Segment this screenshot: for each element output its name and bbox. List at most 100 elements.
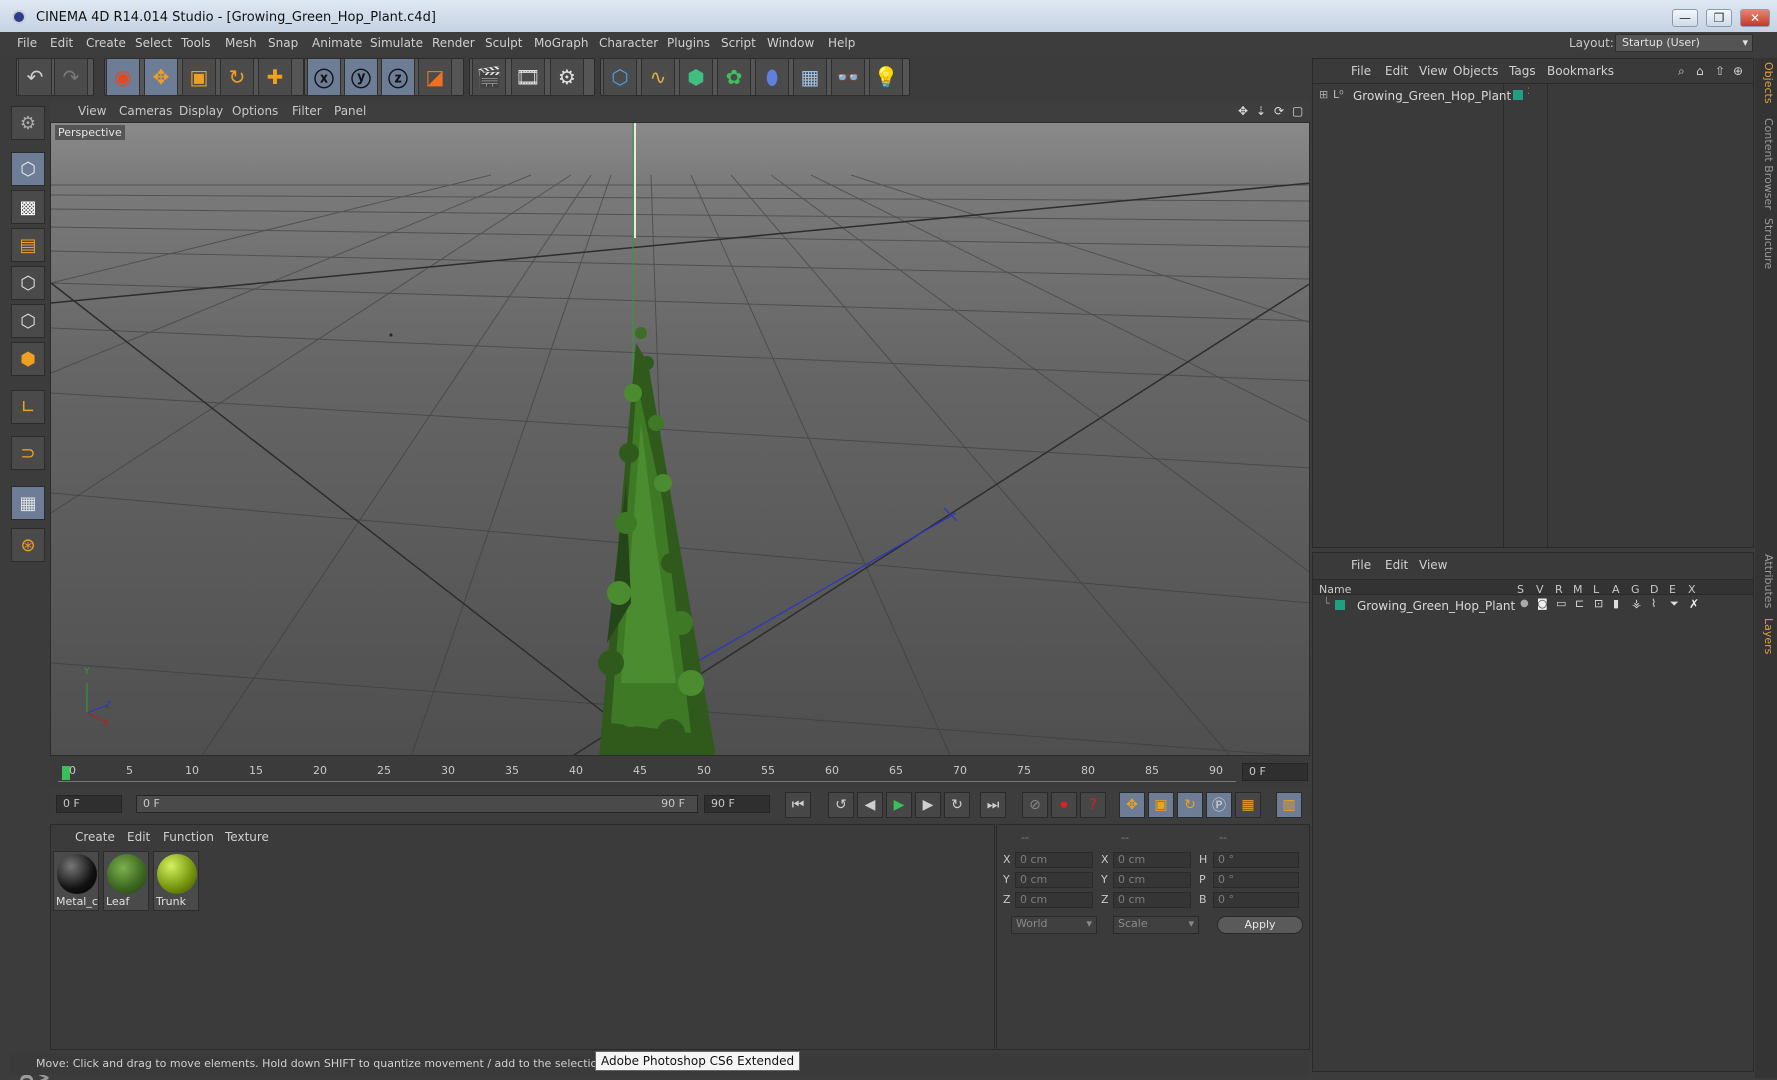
minimize-button[interactable]: —: [1672, 9, 1698, 27]
layer-color-swatch[interactable]: [1335, 600, 1345, 610]
viewport-menu-filter[interactable]: Filter: [292, 104, 322, 118]
floor-icon[interactable]: ▦: [793, 58, 827, 96]
material-trunk[interactable]: Trunk: [153, 851, 199, 911]
material-leaf[interactable]: Leaf: [103, 851, 149, 911]
orbit-icon[interactable]: ⟳: [1274, 104, 1284, 118]
texture-mode-icon[interactable]: ▩: [11, 190, 45, 224]
light-icon[interactable]: 💡: [869, 58, 903, 96]
menu-render[interactable]: Render: [432, 36, 475, 50]
close-button[interactable]: ✕: [1740, 9, 1770, 27]
frame-range-slider[interactable]: 0 F 90 F: [136, 795, 698, 813]
layer-menu-view[interactable]: View: [1419, 558, 1447, 572]
pos-y-field[interactable]: 0 cm: [1015, 872, 1093, 888]
magnet-icon[interactable]: ⊃: [11, 436, 45, 470]
menu-help[interactable]: Help: [828, 36, 855, 50]
viewport-menu-panel[interactable]: Panel: [334, 104, 366, 118]
coordinate-system-icon[interactable]: ◪: [418, 58, 452, 96]
edges-mode-icon[interactable]: ⬡: [11, 304, 45, 338]
menu-window[interactable]: Window: [767, 36, 814, 50]
menu-simulate[interactable]: Simulate: [370, 36, 423, 50]
maximize-view-icon[interactable]: ▢: [1292, 104, 1303, 118]
obj-menu-tags[interactable]: Tags: [1509, 64, 1536, 78]
deformers-icon[interactable]: ⌇: [1651, 597, 1656, 610]
timeline-ruler[interactable]: [58, 768, 1236, 782]
move-icon[interactable]: ✥: [144, 58, 178, 96]
menu-file[interactable]: File: [17, 36, 37, 50]
pos-z-field[interactable]: 0 cm: [1015, 892, 1093, 908]
axis-mode-icon[interactable]: ∟: [11, 390, 45, 424]
size-z-field[interactable]: 0 cm: [1113, 892, 1191, 908]
mat-menu-texture[interactable]: Texture: [225, 830, 269, 844]
tab-layers[interactable]: Layers: [1757, 618, 1775, 654]
pan-icon[interactable]: ✥: [1238, 104, 1248, 118]
layer-row[interactable]: └ Growing_Green_Hop_Plant ● ◙ ▭ ⊏ ⊡ ▮ ⚶ …: [1317, 597, 1751, 615]
camera-icon[interactable]: 👓: [831, 58, 865, 96]
menu-mesh[interactable]: Mesh: [225, 36, 257, 50]
mat-menu-create[interactable]: Create: [75, 830, 115, 844]
cube-icon[interactable]: ⬡: [603, 58, 637, 96]
object-name[interactable]: Growing_Green_Hop_Plant: [1353, 89, 1511, 103]
up-icon[interactable]: ⇧: [1715, 64, 1725, 78]
layer-name[interactable]: Growing_Green_Hop_Plant: [1357, 599, 1515, 613]
obj-menu-edit[interactable]: Edit: [1385, 64, 1408, 78]
world-select[interactable]: World ▾: [1011, 916, 1097, 934]
nurbs-icon[interactable]: ⬢: [679, 58, 713, 96]
layer-menu-file[interactable]: File: [1351, 558, 1371, 572]
array-icon[interactable]: ✿: [717, 58, 751, 96]
viewport-menu-options[interactable]: Options: [232, 104, 278, 118]
spline-icon[interactable]: ∿: [641, 58, 675, 96]
mat-menu-function[interactable]: Function: [163, 830, 214, 844]
xref-icon[interactable]: ✗: [1689, 597, 1699, 611]
lock-icon[interactable]: ⊛: [11, 528, 45, 562]
menu-create[interactable]: Create: [86, 36, 126, 50]
search-icon[interactable]: ⌕: [1678, 64, 1685, 79]
obj-menu-view[interactable]: View: [1419, 64, 1447, 78]
next-frame-icon[interactable]: ▶: [915, 792, 941, 818]
current-frame-field[interactable]: 0 F: [1242, 763, 1308, 781]
rot-h-field[interactable]: 0 °: [1213, 852, 1299, 868]
key-pla-icon[interactable]: ▦: [1235, 792, 1261, 818]
maximize-button[interactable]: ❐: [1706, 9, 1732, 27]
layout-select[interactable]: Startup (User) ▾: [1615, 34, 1753, 52]
viewport-menu-cameras[interactable]: Cameras: [119, 104, 172, 118]
obj-menu-bookmarks[interactable]: Bookmarks: [1547, 64, 1614, 78]
menu-snap[interactable]: Snap: [268, 36, 298, 50]
menu-sculpt[interactable]: Sculpt: [485, 36, 522, 50]
goto-start-icon[interactable]: ⏮: [785, 792, 811, 818]
obj-menu-objects[interactable]: Objects: [1453, 64, 1498, 78]
rotate-icon[interactable]: ↻: [220, 58, 254, 96]
record-icon[interactable]: ⏺: [1051, 792, 1077, 818]
record-disabled-icon[interactable]: ⊘: [1022, 792, 1048, 818]
home-icon[interactable]: ⌂: [1696, 64, 1704, 78]
deformer-icon[interactable]: ⬮: [755, 58, 789, 96]
layer-menu-edit[interactable]: Edit: [1385, 558, 1408, 572]
add-transform-icon[interactable]: ✚: [258, 58, 292, 96]
generators-icon[interactable]: ⚶: [1632, 597, 1641, 610]
menu-tools[interactable]: Tools: [181, 36, 211, 50]
goto-end-icon[interactable]: ⏭: [980, 792, 1006, 818]
play-icon[interactable]: ▶: [886, 792, 912, 818]
apply-button[interactable]: Apply: [1217, 916, 1303, 934]
expressions-icon[interactable]: ⏷: [1670, 597, 1679, 611]
render-icon[interactable]: ▭: [1556, 597, 1566, 610]
workplane-icon[interactable]: ▤: [11, 228, 45, 262]
render-settings-icon[interactable]: ⚙: [550, 58, 584, 96]
material-metal[interactable]: Metal_c: [53, 851, 99, 911]
view-eye-icon[interactable]: ◙: [1537, 597, 1548, 610]
viewport-menu-view[interactable]: View: [78, 104, 106, 118]
help-icon[interactable]: ?: [1080, 792, 1106, 818]
start-frame-field[interactable]: 0 F: [56, 795, 122, 813]
pos-x-field[interactable]: 0 cm: [1015, 852, 1093, 868]
menu-edit[interactable]: Edit: [50, 36, 73, 50]
visibility-dots-icon[interactable]: ⁚: [1527, 87, 1530, 97]
size-x-field[interactable]: 0 cm: [1113, 852, 1191, 868]
menu-script[interactable]: Script: [721, 36, 756, 50]
key-position-icon[interactable]: ✥: [1119, 792, 1145, 818]
tab-objects[interactable]: Objects: [1757, 62, 1775, 104]
live-select-icon[interactable]: ◉: [106, 58, 140, 96]
undo-icon[interactable]: ↶: [18, 58, 52, 96]
manager-icon[interactable]: ⊏: [1575, 597, 1584, 610]
timeline[interactable]: 0 5 10 15 20 25 30 35 40 45 50 55 60 65 …: [50, 756, 1310, 788]
menu-animate[interactable]: Animate: [312, 36, 362, 50]
mat-menu-edit[interactable]: Edit: [127, 830, 150, 844]
